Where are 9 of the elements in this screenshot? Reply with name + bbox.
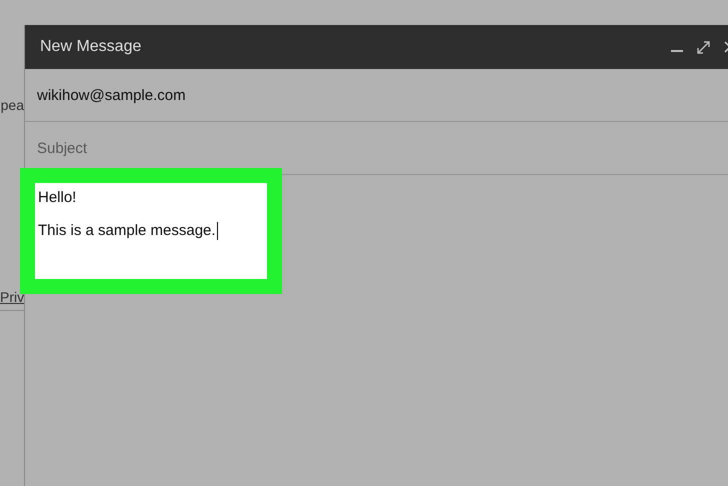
privacy-link[interactable]: Priv: [0, 288, 24, 306]
sidebar-text: pea: [0, 96, 24, 114]
recipient-field[interactable]: wikihow@sample.com: [37, 86, 186, 104]
expand-icon[interactable]: [697, 40, 710, 54]
message-text: Hello!: [38, 189, 78, 207]
window-title: New Message: [40, 38, 142, 56]
message-body-field[interactable]: Hello! This is a sample message.: [35, 183, 267, 279]
message-text: This is a sample message.: [38, 222, 216, 240]
text-cursor: [216, 222, 218, 240]
